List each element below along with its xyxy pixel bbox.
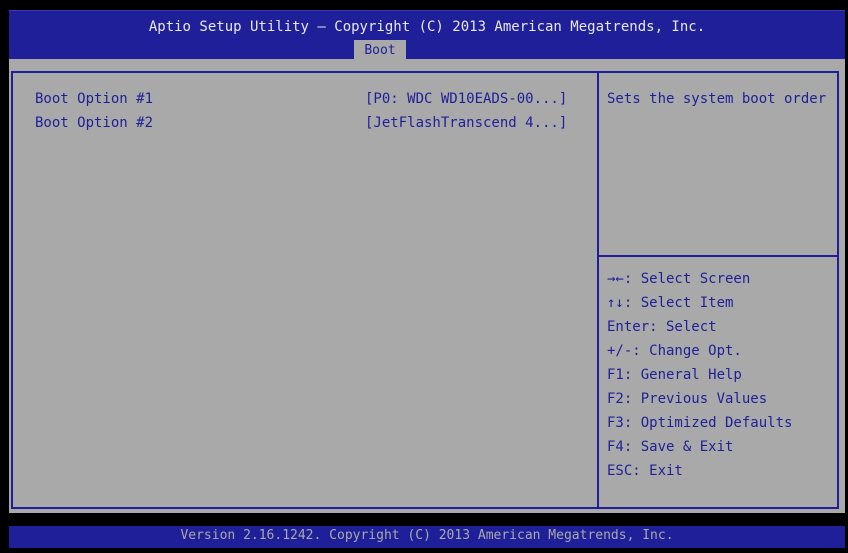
boot-option-2-label: Boot Option #2	[35, 115, 154, 131]
main-frame: Boot Option #1 [P0: WDC WD10EADS-00...] …	[11, 71, 839, 509]
horizontal-divider	[599, 255, 837, 257]
footer-bar: Version 2.16.1242. Copyright (C) 2013 Am…	[9, 526, 845, 548]
key-previous-values: F2: Previous Values	[607, 391, 768, 407]
bios-screen: Aptio Setup Utility – Copyright (C) 2013…	[0, 0, 848, 553]
key-change-opt: +/-: Change Opt.	[607, 343, 742, 359]
footer-version: Version 2.16.1242. Copyright (C) 2013 Am…	[180, 528, 674, 543]
key-optimized-defaults: F3: Optimized Defaults	[607, 415, 793, 431]
tab-boot[interactable]: Boot	[354, 40, 406, 60]
key-select-item: ↑↓: Select Item	[607, 295, 734, 311]
key-save-exit: F4: Save & Exit	[607, 439, 734, 455]
header-title: Aptio Setup Utility – Copyright (C) 2013…	[148, 19, 706, 35]
options-pane: Boot Option #1 [P0: WDC WD10EADS-00...] …	[13, 73, 597, 507]
key-general-help: F1: General Help	[607, 367, 742, 383]
key-enter-select: Enter: Select	[607, 319, 717, 335]
boot-option-1-value[interactable]: [P0: WDC WD10EADS-00...]	[365, 91, 567, 107]
key-legend: →←: Select Screen ↑↓: Select Item Enter:…	[607, 269, 792, 485]
key-select-screen: →←: Select Screen	[607, 271, 751, 287]
header-bar: Aptio Setup Utility – Copyright (C) 2013…	[9, 10, 845, 60]
boot-option-2-row[interactable]: Boot Option #2 [JetFlashTranscend 4...]	[35, 115, 595, 135]
key-esc-exit: ESC: Exit	[607, 463, 683, 479]
main-panel: Boot Option #1 [P0: WDC WD10EADS-00...] …	[9, 59, 845, 513]
boot-option-1-label: Boot Option #1	[35, 91, 154, 107]
help-pane: Sets the system boot order →←: Select Sc…	[599, 73, 837, 507]
boot-option-1-row[interactable]: Boot Option #1 [P0: WDC WD10EADS-00...]	[35, 91, 595, 111]
help-description: Sets the system boot order	[607, 91, 827, 107]
boot-option-2-value[interactable]: [JetFlashTranscend 4...]	[365, 115, 567, 131]
